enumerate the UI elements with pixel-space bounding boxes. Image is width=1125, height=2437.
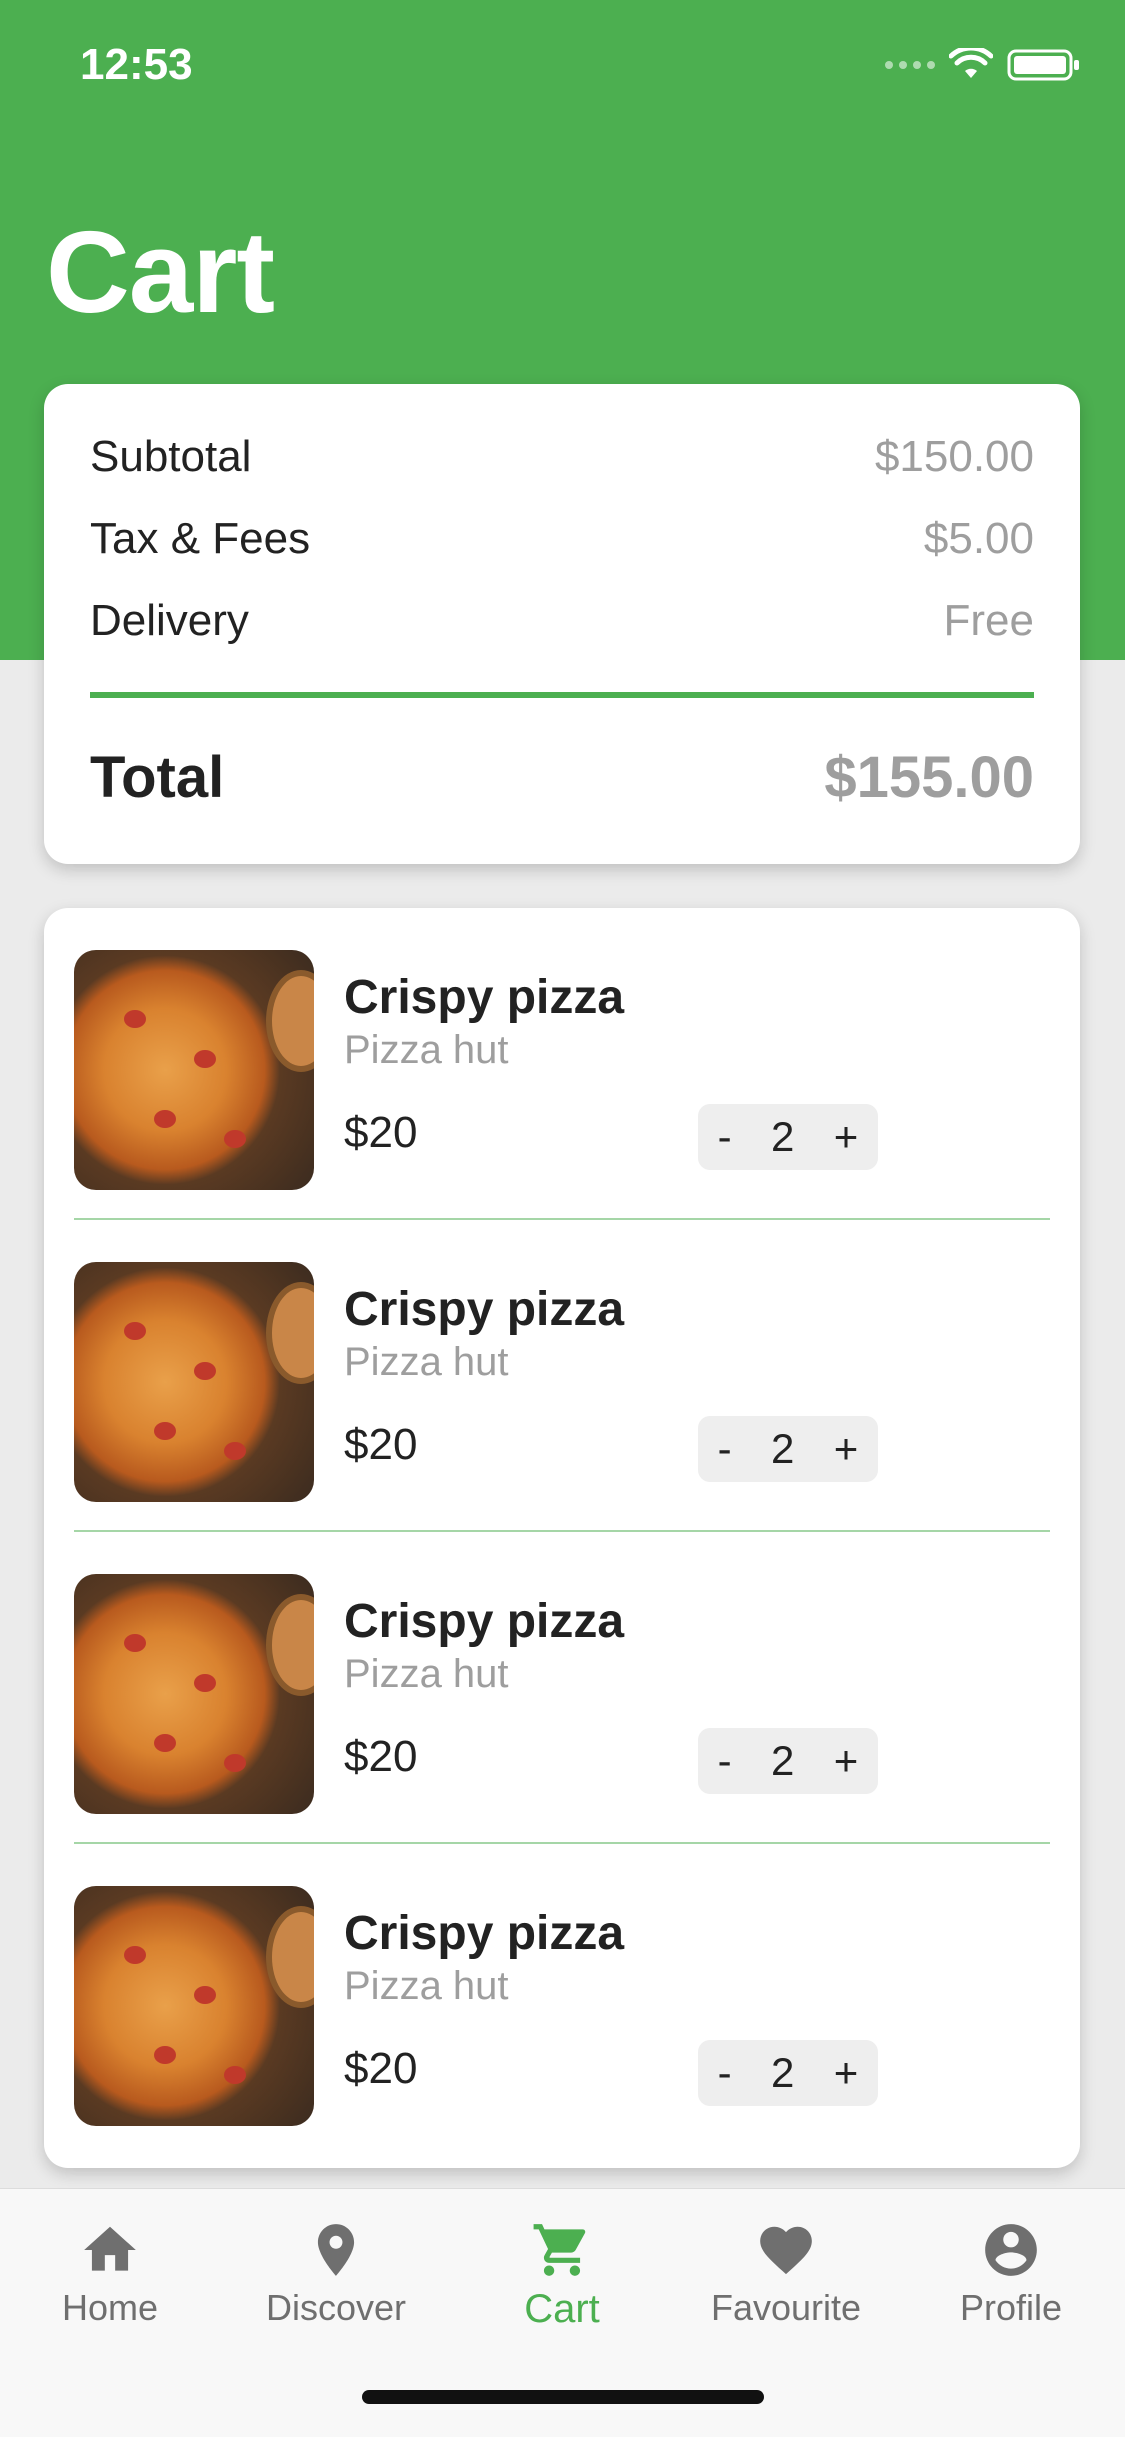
tab-label: Discover <box>265 2287 407 2328</box>
summary-total-row: Total $155.00 <box>90 744 1034 811</box>
cart-item[interactable]: Crispy pizza Pizza hut $20 - 2 + <box>44 1220 1080 1532</box>
item-store: Pizza hut <box>344 1028 509 1072</box>
summary-divider <box>90 692 1034 698</box>
quantity-value: 2 <box>771 2049 795 2096</box>
cart-items-card: Crispy pizza Pizza hut $20 - 2 + Crispy … <box>44 908 1080 2168</box>
order-summary-card: Subtotal $150.00 Tax & Fees $5.00 Delive… <box>44 384 1080 864</box>
quantity-stepper[interactable]: - 2 + <box>698 2040 878 2106</box>
home-indicator <box>362 2390 764 2404</box>
tab-label: Home <box>61 2287 159 2328</box>
total-value: $155.00 <box>824 745 1034 810</box>
cart-item[interactable]: Crispy pizza Pizza hut $20 - 2 + <box>44 1844 1080 2156</box>
cart-item[interactable]: Crispy pizza Pizza hut $20 - 2 + <box>44 908 1080 1220</box>
summary-label: Subtotal <box>90 432 252 481</box>
item-store: Pizza hut <box>344 1340 509 1384</box>
summary-value: $5.00 <box>923 514 1034 563</box>
item-store: Pizza hut <box>344 1964 509 2008</box>
tab-discover[interactable]: Discover <box>236 2219 436 2329</box>
item-name: Crispy pizza <box>344 1595 625 1648</box>
cart-item[interactable]: Crispy pizza Pizza hut $20 - 2 + <box>44 1532 1080 1844</box>
summary-label: Tax & Fees <box>90 514 311 563</box>
item-name: Crispy pizza <box>344 1907 625 1960</box>
item-price: $20 <box>344 2044 418 2093</box>
total-label: Total <box>90 745 225 810</box>
quantity-stepper[interactable]: - 2 + <box>698 1728 878 1794</box>
summary-value: Free <box>943 596 1034 645</box>
home-icon <box>84 2226 136 2271</box>
tab-profile[interactable]: Profile <box>911 2219 1111 2329</box>
signal-icon <box>885 61 935 69</box>
tab-home[interactable]: Home <box>10 2219 210 2329</box>
cart-icon <box>533 2224 586 2276</box>
page-title: Cart <box>46 207 275 337</box>
summary-row-subtotal: Subtotal $150.00 <box>90 432 1034 482</box>
pizza-image <box>74 1886 314 2126</box>
decrease-button[interactable]: - <box>718 2049 732 2097</box>
quantity-stepper[interactable]: - 2 + <box>698 1104 878 1170</box>
tab-label: Favourite <box>710 2287 862 2328</box>
item-price: $20 <box>344 1732 418 1781</box>
tab-label: Cart <box>524 2287 600 2331</box>
quantity-stepper[interactable]: - 2 + <box>698 1416 878 1482</box>
tab-label: Profile <box>959 2287 1063 2328</box>
summary-label: Delivery <box>90 596 249 645</box>
decrease-button[interactable]: - <box>718 1737 732 1785</box>
item-price: $20 <box>344 1420 418 1469</box>
location-pin-icon <box>317 2224 355 2276</box>
quantity-value: 2 <box>771 1113 795 1160</box>
increase-button[interactable]: + <box>834 2049 859 2097</box>
account-circle-icon <box>985 2224 1037 2276</box>
tab-cart[interactable]: Cart <box>462 2219 662 2332</box>
quantity-value: 2 <box>771 1425 795 1472</box>
item-store: Pizza hut <box>344 1652 509 1696</box>
status-time: 12:53 <box>80 40 193 89</box>
summary-row-tax-fees: Tax & Fees $5.00 <box>90 514 1034 564</box>
decrease-button[interactable]: - <box>718 1425 732 1473</box>
pizza-image <box>74 950 314 1190</box>
increase-button[interactable]: + <box>834 1113 859 1161</box>
heart-icon <box>760 2226 812 2275</box>
increase-button[interactable]: + <box>834 1425 859 1473</box>
summary-row-delivery: Delivery Free <box>90 596 1034 646</box>
increase-button[interactable]: + <box>834 1737 859 1785</box>
wifi-icon <box>949 48 993 78</box>
status-indicators <box>885 48 1081 82</box>
quantity-value: 2 <box>771 1737 795 1784</box>
battery-icon <box>1007 49 1079 81</box>
decrease-button[interactable]: - <box>718 1113 732 1161</box>
item-price: $20 <box>344 1108 418 1157</box>
item-name: Crispy pizza <box>344 1283 625 1336</box>
tab-favourite[interactable]: Favourite <box>686 2219 886 2329</box>
pizza-image <box>74 1262 314 1502</box>
item-name: Crispy pizza <box>344 971 625 1024</box>
pizza-image <box>74 1574 314 1814</box>
summary-value: $150.00 <box>874 432 1034 481</box>
